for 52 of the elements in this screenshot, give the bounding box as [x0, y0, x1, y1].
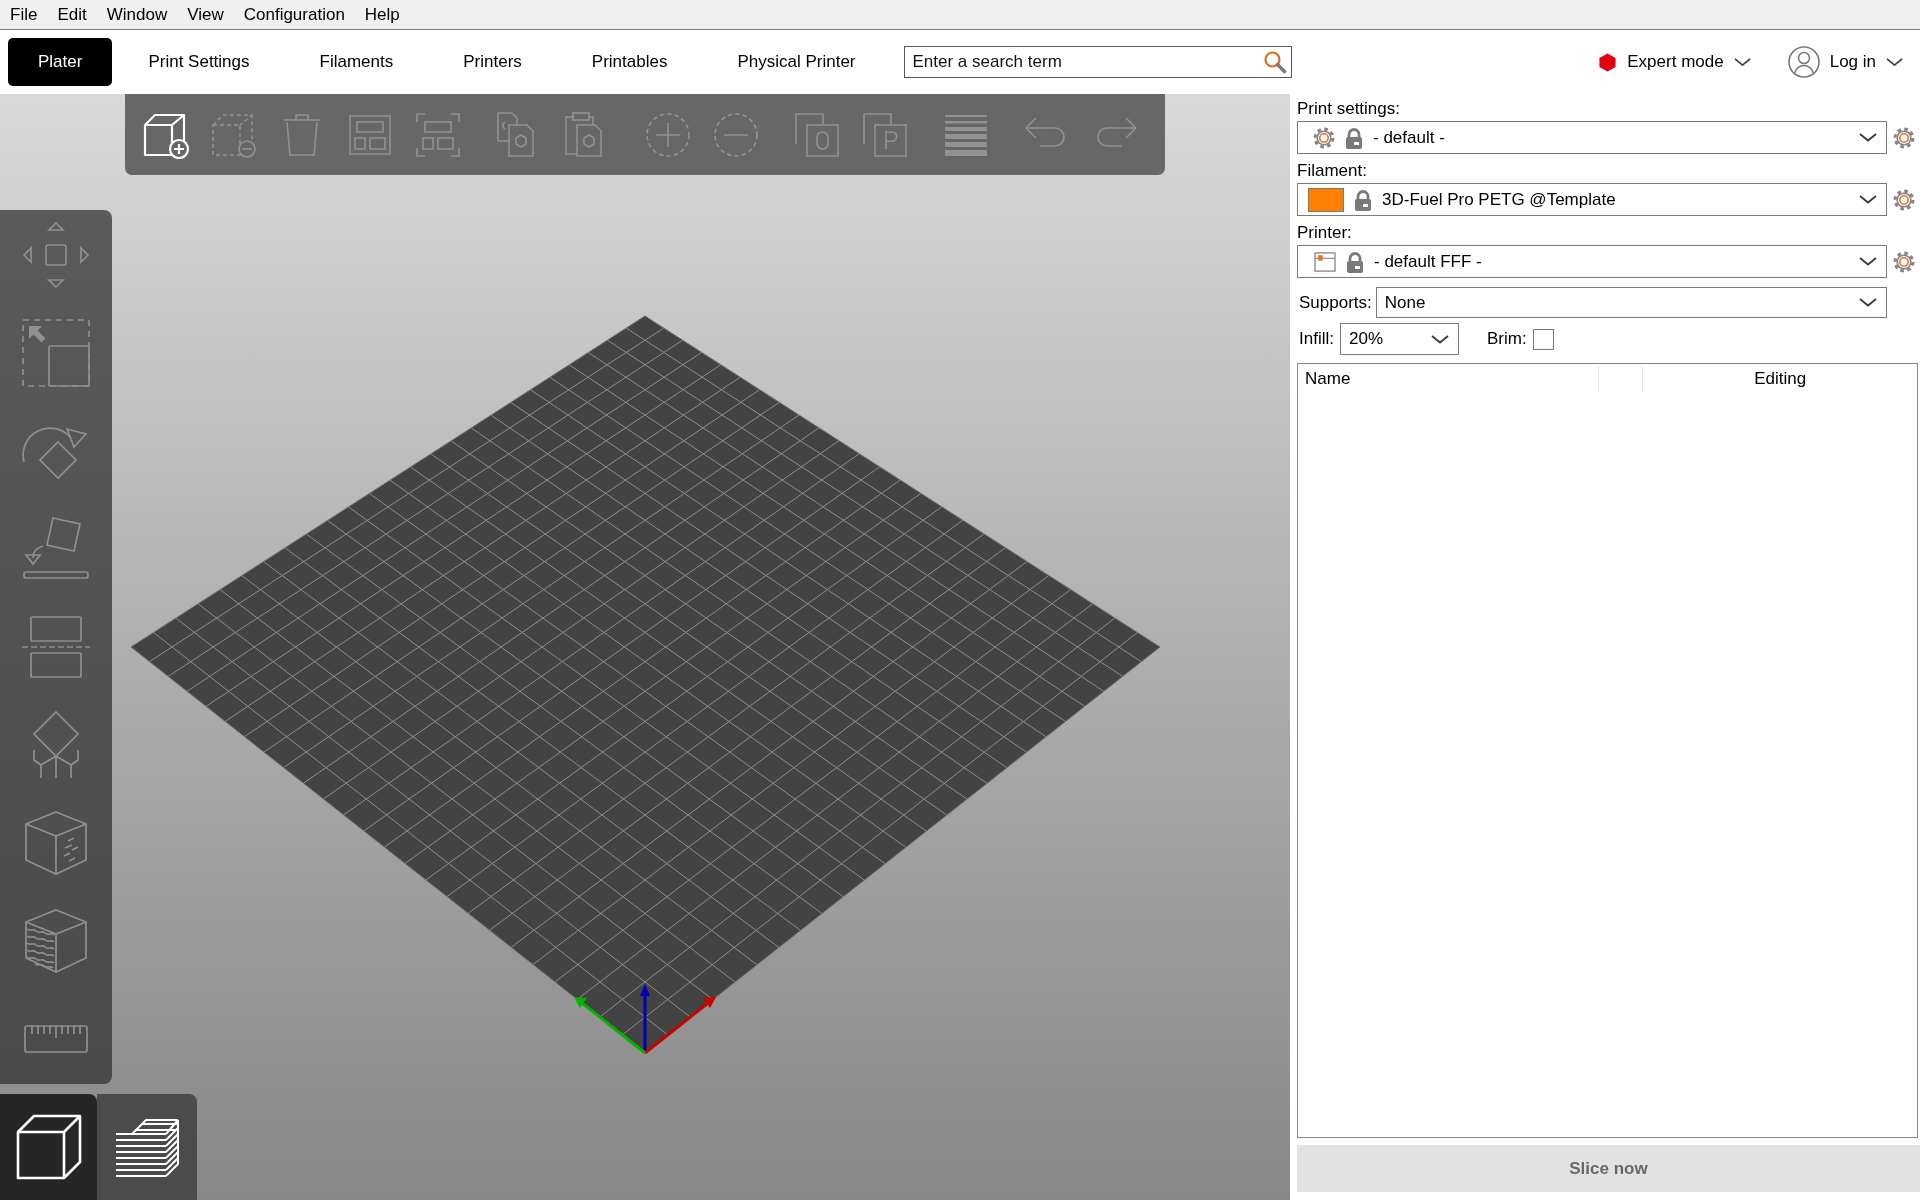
tab[interactable]: Physical Printer	[703, 38, 890, 86]
tab[interactable]: Printers	[429, 38, 556, 86]
lock-icon	[1345, 126, 1363, 149]
preset-dropdown[interactable]: - default -	[1297, 121, 1887, 154]
gear-icon	[1313, 126, 1335, 149]
chevron-down-icon	[1886, 57, 1903, 67]
preset-dropdown[interactable]: 3D-Fuel Pro PETG @Template	[1297, 183, 1887, 216]
gear-icon[interactable]	[1893, 126, 1915, 149]
chevron-down-icon	[1733, 57, 1751, 67]
gear-icon[interactable]	[1893, 188, 1915, 211]
view-tab[interactable]	[97, 1094, 197, 1200]
chevron-down-icon	[1859, 257, 1877, 266]
field-label: Filament:	[1297, 160, 1367, 182]
lock-icon	[1346, 250, 1364, 273]
search-field[interactable]: Enter a search term	[903, 46, 1292, 78]
tab[interactable]: Printables	[557, 38, 702, 86]
gear-icon[interactable]	[1893, 250, 1915, 273]
mode-dropdown[interactable]: Expert mode	[1598, 49, 1751, 75]
menu-item[interactable]: Edit	[47, 0, 97, 29]
chevron-down-icon	[1859, 195, 1877, 204]
tab[interactable]: Filaments	[285, 38, 428, 86]
column-header: Name	[1304, 368, 1352, 390]
hexagon-icon	[1598, 52, 1618, 72]
menu-item[interactable]: File	[0, 0, 48, 29]
checkbox[interactable]	[1532, 328, 1554, 350]
field-label: Infill:	[1299, 328, 1334, 351]
infill-dropdown[interactable]: 20%	[1339, 323, 1459, 355]
user-icon	[1787, 46, 1820, 78]
menu-item[interactable]: View	[177, 0, 234, 29]
preset-dropdown[interactable]: - default FFF -	[1297, 245, 1887, 278]
tab[interactable]: Print Settings	[114, 38, 284, 86]
field-label: Brim:	[1486, 328, 1527, 351]
field-label: Printer:	[1297, 222, 1352, 244]
axes-icon	[574, 984, 716, 1055]
printer-icon	[1314, 251, 1336, 272]
field-label: Print settings:	[1297, 98, 1400, 120]
scale-icon[interactable]	[21, 318, 91, 388]
chevron-down-icon	[1859, 298, 1877, 307]
chevron-down-icon	[1430, 334, 1449, 344]
column-header: Editing	[1753, 368, 1808, 390]
menu-item[interactable]: Window	[96, 0, 178, 29]
menu-item[interactable]: Help	[354, 0, 410, 29]
tab[interactable]: Plater	[8, 38, 113, 86]
view-tab[interactable]	[0, 1094, 97, 1200]
chevron-down-icon	[1859, 133, 1877, 142]
menu-item[interactable]: Configuration	[233, 0, 355, 29]
field-label: Supports:	[1299, 291, 1372, 314]
search-icon	[1262, 50, 1287, 74]
supports-dropdown[interactable]: None	[1375, 287, 1887, 318]
move-arrows-icon[interactable]	[21, 220, 91, 290]
login-dropdown[interactable]: Log in	[1787, 46, 1903, 78]
lock-icon	[1354, 188, 1372, 211]
